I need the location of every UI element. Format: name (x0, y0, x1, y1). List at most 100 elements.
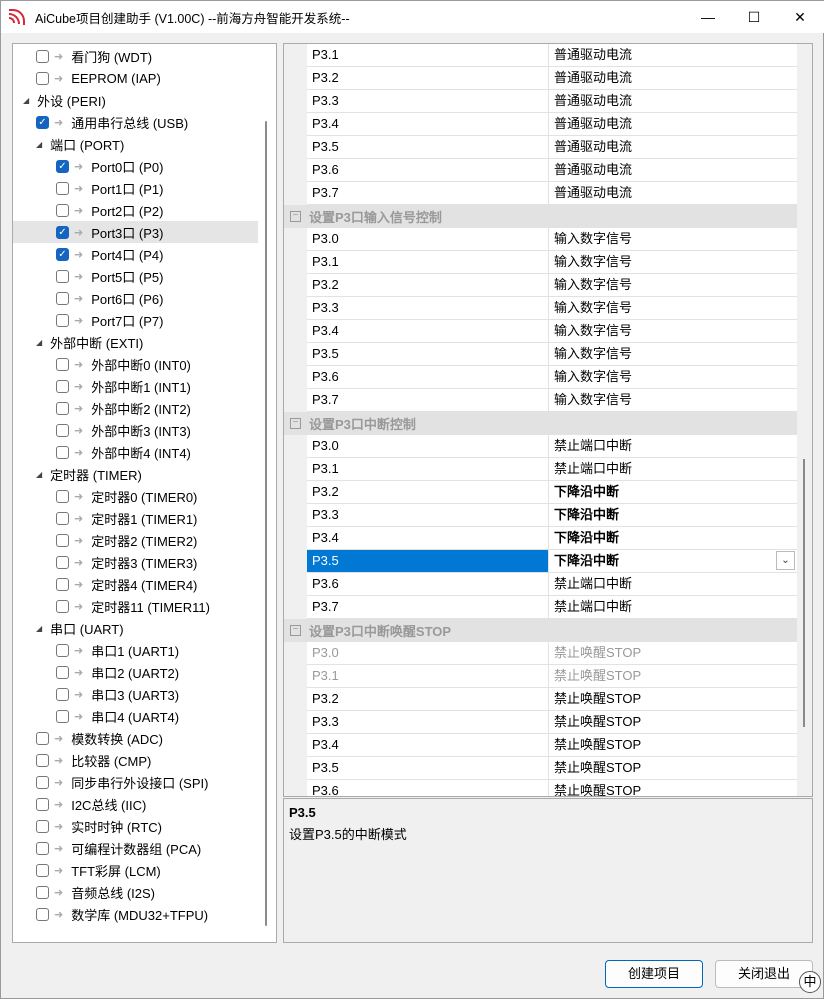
grid-row[interactable]: P3.0 禁止唤醒STOP (307, 642, 797, 665)
tree-checkbox[interactable]: ✓ (36, 115, 49, 129)
tree-item[interactable]: ➜ 定时器3 (TIMER3) (13, 551, 258, 573)
tree-checkbox[interactable] (56, 555, 69, 569)
tree-checkbox[interactable] (56, 643, 69, 657)
property-value[interactable]: 禁止唤醒STOP (549, 642, 797, 664)
tree-item[interactable]: ➜ 数学库 (MDU32+TFPU) (13, 903, 258, 925)
tree-item[interactable]: ➜ 实时时钟 (RTC) (13, 815, 258, 837)
tree-item[interactable]: ➜ 看门狗 (WDT) (13, 45, 258, 67)
property-value[interactable]: 禁止唤醒STOP (549, 757, 797, 779)
tree-item[interactable]: ✓ ➜ Port3口 (P3) (13, 221, 258, 243)
property-grid[interactable]: P3.1 普通驱动电流 P3.2 普通驱动电流 P3.3 普通驱动电流 P3.4 普通驱动电流… (283, 43, 813, 797)
tree-checkbox[interactable] (36, 841, 49, 855)
tree-checkbox[interactable] (36, 797, 49, 811)
grid-row[interactable]: P3.2 普通驱动电流 (307, 67, 797, 90)
property-value[interactable]: 输入数字信号 (549, 366, 797, 388)
collapse-icon[interactable]: − (290, 625, 301, 636)
tree-checkbox[interactable] (36, 819, 49, 833)
tree-checkbox[interactable] (56, 181, 69, 195)
tree-item[interactable]: ➜ 定时器1 (TIMER1) (13, 507, 258, 529)
ime-indicator[interactable]: 中 (799, 971, 821, 993)
grid-row[interactable]: P3.7 禁止端口中断 (307, 596, 797, 619)
collapse-icon[interactable]: − (290, 418, 301, 429)
tree-checkbox[interactable] (56, 445, 69, 459)
expand-arrow-icon[interactable]: ◢ (36, 624, 42, 633)
grid-category[interactable]: − 设置P3口输入信号控制 (284, 205, 797, 228)
collapse-icon[interactable]: − (290, 211, 301, 222)
tree-item[interactable]: ➜ 音频总线 (I2S) (13, 881, 258, 903)
tree-item[interactable]: ➜ Port6口 (P6) (13, 287, 258, 309)
tree-checkbox[interactable] (56, 599, 69, 613)
tree-item[interactable]: ➜ 可编程计数器组 (PCA) (13, 837, 258, 859)
tree-checkbox[interactable]: ✓ (56, 225, 69, 239)
property-value[interactable]: 禁止端口中断 (549, 435, 797, 457)
tree-item[interactable]: ➜ 外部中断1 (INT1) (13, 375, 258, 397)
property-value[interactable]: 输入数字信号 (549, 343, 797, 365)
grid-category[interactable]: − 设置P3口中断唤醒STOP (284, 619, 797, 642)
tree-item[interactable]: ➜ 外部中断4 (INT4) (13, 441, 258, 463)
tree-item[interactable]: ➜ TFT彩屏 (LCM) (13, 859, 258, 881)
tree-item[interactable]: ✓ ➜ 通用串行总线 (USB) (13, 111, 258, 133)
tree-checkbox[interactable] (56, 357, 69, 371)
property-value[interactable]: 禁止端口中断 (549, 458, 797, 480)
tree-item[interactable]: ◢ 定时器 (TIMER) (13, 463, 258, 485)
tree-checkbox[interactable] (36, 885, 49, 899)
grid-row[interactable]: P3.2 下降沿中断 (307, 481, 797, 504)
property-value[interactable]: 普通驱动电流 (549, 113, 797, 135)
grid-row[interactable]: P3.7 输入数字信号 (307, 389, 797, 412)
tree-checkbox[interactable] (56, 489, 69, 503)
grid-row[interactable]: P3.5 禁止唤醒STOP (307, 757, 797, 780)
tree-checkbox[interactable] (56, 709, 69, 723)
tree-checkbox[interactable] (36, 753, 49, 767)
tree-item[interactable]: ➜ EEPROM (IAP) (13, 67, 258, 89)
tree-item[interactable]: ➜ 定时器2 (TIMER2) (13, 529, 258, 551)
grid-row[interactable]: P3.5 下降沿中断 ⌄ (307, 550, 797, 573)
tree-checkbox[interactable] (56, 533, 69, 547)
tree-item[interactable]: ➜ Port7口 (P7) (13, 309, 258, 331)
grid-row[interactable]: P3.3 下降沿中断 (307, 504, 797, 527)
property-value[interactable]: 下降沿中断 (549, 481, 797, 503)
grid-row[interactable]: P3.7 普通驱动电流 (307, 182, 797, 205)
tree-item[interactable]: ➜ 比较器 (CMP) (13, 749, 258, 771)
grid-category[interactable]: − 设置P3口中断控制 (284, 412, 797, 435)
property-value[interactable]: 输入数字信号 (549, 274, 797, 296)
tree-checkbox[interactable] (56, 687, 69, 701)
peripheral-tree[interactable]: ➜ 看门狗 (WDT) ➜ EEPROM (IAP) ◢ 外设 (PERI) ✓ ➜ 通用串行总… (12, 43, 277, 943)
property-value[interactable]: 下降沿中断 (549, 527, 797, 549)
property-value[interactable]: 禁止唤醒STOP (549, 734, 797, 756)
close-button[interactable]: ✕ (777, 1, 823, 33)
property-value[interactable]: 输入数字信号 (549, 297, 797, 319)
grid-row[interactable]: P3.0 输入数字信号 (307, 228, 797, 251)
tree-checkbox[interactable] (36, 49, 49, 63)
grid-row[interactable]: P3.6 普通驱动电流 (307, 159, 797, 182)
tree-checkbox[interactable] (36, 863, 49, 877)
tree-item[interactable]: ➜ 外部中断3 (INT3) (13, 419, 258, 441)
grid-row[interactable]: P3.4 禁止唤醒STOP (307, 734, 797, 757)
tree-item[interactable]: ➜ Port5口 (P5) (13, 265, 258, 287)
tree-item[interactable]: ◢ 串口 (UART) (13, 617, 258, 639)
tree-item[interactable]: ➜ 串口2 (UART2) (13, 661, 258, 683)
property-value[interactable]: 普通驱动电流 (549, 136, 797, 158)
grid-row[interactable]: P3.1 禁止端口中断 (307, 458, 797, 481)
property-value[interactable]: 禁止端口中断 (549, 596, 797, 618)
tree-item[interactable]: ➜ 模数转换 (ADC) (13, 727, 258, 749)
property-value[interactable]: 禁止唤醒STOP (549, 780, 797, 796)
grid-row[interactable]: P3.3 普通驱动电流 (307, 90, 797, 113)
grid-row[interactable]: P3.5 输入数字信号 (307, 343, 797, 366)
grid-row[interactable]: P3.3 禁止唤醒STOP (307, 711, 797, 734)
expand-arrow-icon[interactable]: ◢ (36, 140, 42, 149)
tree-item[interactable]: ➜ 定时器4 (TIMER4) (13, 573, 258, 595)
tree-item[interactable]: ➜ 串口3 (UART3) (13, 683, 258, 705)
tree-checkbox[interactable] (36, 907, 49, 921)
tree-item[interactable]: ✓ ➜ Port4口 (P4) (13, 243, 258, 265)
tree-scrollbar[interactable] (265, 121, 267, 926)
tree-checkbox[interactable] (56, 269, 69, 283)
tree-checkbox[interactable]: ✓ (56, 247, 69, 261)
grid-row[interactable]: P3.2 输入数字信号 (307, 274, 797, 297)
tree-item[interactable]: ◢ 外设 (PERI) (13, 89, 258, 111)
tree-checkbox[interactable] (56, 665, 69, 679)
property-value[interactable]: 普通驱动电流 (549, 159, 797, 181)
tree-checkbox[interactable] (56, 577, 69, 591)
property-value[interactable]: 普通驱动电流 (549, 67, 797, 89)
tree-item[interactable]: ➜ 同步串行外设接口 (SPI) (13, 771, 258, 793)
property-value[interactable]: 下降沿中断 (549, 504, 797, 526)
